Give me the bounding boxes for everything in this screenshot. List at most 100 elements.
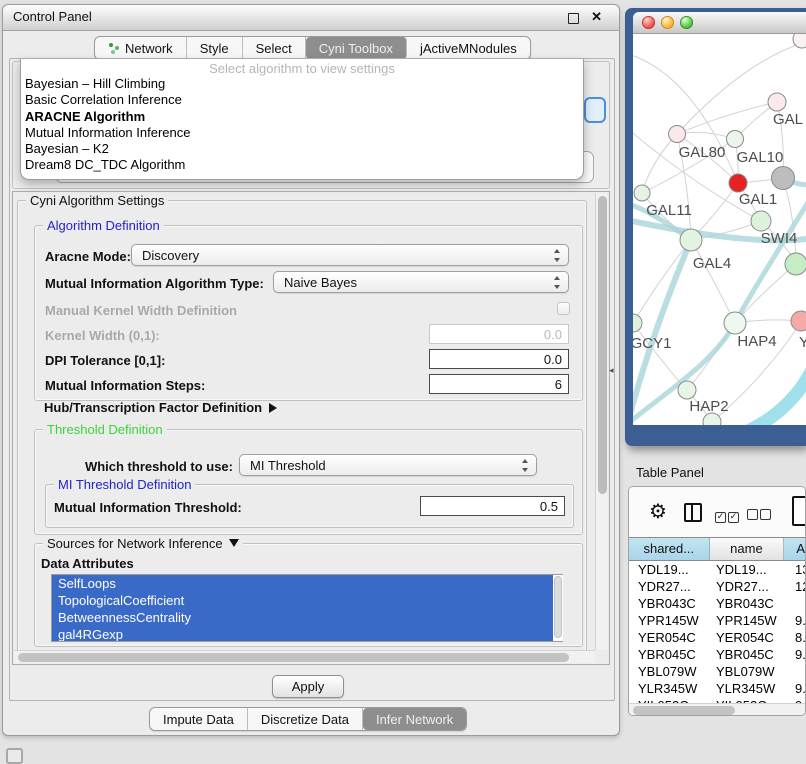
table-column-header[interactable]: name bbox=[710, 538, 785, 560]
network-edge[interactable] bbox=[691, 240, 735, 323]
network-node[interactable] bbox=[729, 174, 747, 192]
tab-label: Infer Network bbox=[376, 712, 453, 727]
network-canvas[interactable]: GALGAL80GAL10GAL11GAL1SWI4GAL4GCY1HAP4YH… bbox=[633, 34, 806, 425]
tab[interactable]: Infer Network bbox=[363, 708, 466, 730]
deselect-all-icon[interactable] bbox=[747, 507, 773, 525]
column-browser-icon[interactable] bbox=[684, 503, 702, 522]
mi-algorithm-type-select[interactable]: Naive Bayes bbox=[273, 271, 569, 293]
table-column-header[interactable]: shared... bbox=[629, 538, 710, 560]
dpi-tolerance-field[interactable]: 0.0 bbox=[429, 349, 569, 369]
data-attribute-item[interactable]: SelfLoops bbox=[52, 575, 562, 592]
network-node-label: SWI4 bbox=[761, 230, 798, 247]
network-node[interactable] bbox=[669, 126, 686, 143]
algorithm-dropdown-item[interactable]: Basic Correlation Inference bbox=[21, 92, 583, 108]
table-row[interactable]: YER054C YER054C 8. bbox=[629, 629, 805, 646]
tab[interactable]: Discretize Data bbox=[248, 708, 363, 730]
network-node[interactable] bbox=[727, 131, 744, 148]
cyni-bottom-tabbar: Impute Data Discretize Data Infer Networ… bbox=[149, 707, 467, 731]
control-panel-title: Control Panel bbox=[13, 9, 92, 24]
manual-kernel-width-checkbox[interactable] bbox=[557, 302, 570, 315]
network-edge[interactable] bbox=[741, 368, 806, 425]
tab[interactable]: Cyni Toolbox bbox=[306, 37, 407, 59]
panel-divider-handle[interactable] bbox=[609, 365, 614, 376]
select-all-icon[interactable] bbox=[715, 507, 741, 525]
tab-label: jActiveMNodules bbox=[420, 41, 517, 56]
tab[interactable]: Impute Data bbox=[150, 708, 248, 730]
network-node[interactable] bbox=[751, 211, 771, 231]
table-rows: YDL19... YDL19... 13 YDR27... YDR27... 1… bbox=[629, 561, 805, 703]
network-edge[interactable] bbox=[633, 54, 738, 183]
attributes-scrollbar-thumb[interactable] bbox=[554, 576, 562, 638]
mi-algorithm-type-label: Mutual Information Algorithm Type: bbox=[45, 276, 264, 291]
algorithm-dropdown-prompt: Select algorithm to view settings bbox=[21, 59, 583, 76]
close-window-icon[interactable] bbox=[642, 16, 655, 29]
cell-shared-name: YBL079W bbox=[629, 663, 713, 680]
data-attribute-item[interactable]: TopologicalCoefficient bbox=[52, 592, 562, 609]
algorithm-dropdown-item[interactable]: Dream8 DC_TDC Algorithm bbox=[21, 157, 583, 173]
network-node[interactable] bbox=[678, 381, 696, 399]
settings-vertical-scrollbar-thumb[interactable] bbox=[598, 196, 607, 494]
mi-threshold-field[interactable]: 0.5 bbox=[420, 496, 565, 516]
network-node[interactable] bbox=[791, 311, 806, 331]
which-threshold-select[interactable]: MI Threshold bbox=[239, 454, 537, 476]
network-node-label: Y bbox=[799, 334, 806, 351]
network-node[interactable] bbox=[785, 253, 806, 275]
float-icon[interactable] bbox=[568, 13, 579, 24]
tab[interactable]: Select bbox=[243, 37, 306, 59]
network-edge[interactable] bbox=[783, 178, 796, 262]
algorithm-dropdown-item[interactable]: Bayesian – K2 bbox=[21, 141, 583, 157]
threshold-definition-group: Threshold Definition Which threshold to … bbox=[34, 429, 583, 535]
algorithm-dropdown-item[interactable]: ARACNE Algorithm bbox=[21, 109, 583, 125]
control-panel-titlebar[interactable]: Control Panel bbox=[3, 5, 619, 31]
hub-definition-toggle[interactable]: Hub/Transcription Factor Definition bbox=[44, 399, 277, 417]
gear-icon[interactable] bbox=[649, 499, 667, 524]
data-attributes-label: Data Attributes bbox=[41, 556, 134, 571]
table-row[interactable]: YBR045C YBR045C 9. bbox=[629, 646, 805, 663]
network-node[interactable] bbox=[680, 229, 702, 251]
network-node[interactable] bbox=[634, 185, 650, 201]
settings-vertical-scrollbar[interactable] bbox=[595, 193, 608, 650]
network-node[interactable] bbox=[724, 312, 746, 334]
table-row[interactable]: YDR27... YDR27... 12 bbox=[629, 578, 805, 595]
zoom-window-icon[interactable] bbox=[680, 16, 693, 29]
aracne-mode-select[interactable]: Discovery bbox=[131, 244, 569, 266]
mi-steps-field[interactable]: 6 bbox=[429, 374, 569, 394]
network-view[interactable]: GALGAL80GAL10GAL11GAL1SWI4GAL4GCY1HAP4YH… bbox=[633, 34, 806, 425]
data-attribute-item[interactable]: gal4RGexp bbox=[52, 626, 562, 642]
table-row[interactable]: YDL19... YDL19... 13 bbox=[629, 561, 805, 578]
tab[interactable]: jActiveMNodules bbox=[407, 37, 530, 59]
table-header: shared... name A bbox=[629, 537, 805, 561]
settings-horizontal-scrollbar-thumb[interactable] bbox=[18, 653, 569, 662]
table-horizontal-scrollbar[interactable] bbox=[629, 703, 805, 716]
network-node-label: GAL80 bbox=[679, 144, 726, 161]
table-row[interactable]: YBR043C YBR043C bbox=[629, 595, 805, 612]
settings-horizontal-scrollbar[interactable] bbox=[14, 650, 595, 663]
table-row[interactable]: YPR145W YPR145W 9. bbox=[629, 612, 805, 629]
network-node[interactable] bbox=[633, 314, 642, 332]
data-attribute-item[interactable]: BetweennessCentrality bbox=[52, 609, 562, 626]
network-node[interactable] bbox=[772, 167, 795, 190]
attributes-scrollbar[interactable] bbox=[553, 575, 563, 641]
kernel-width-field[interactable]: 0.0 bbox=[429, 324, 569, 344]
tab[interactable]: Style bbox=[187, 37, 243, 59]
cell-name: YPR145W bbox=[713, 612, 791, 629]
focused-combo-fragment[interactable] bbox=[584, 97, 606, 123]
mi-threshold-group: MI Threshold Definition Mutual Informati… bbox=[45, 484, 574, 528]
minimize-window-icon[interactable] bbox=[661, 16, 674, 29]
apply-button[interactable]: Apply bbox=[272, 675, 344, 698]
tab[interactable]: Network bbox=[95, 37, 187, 59]
table-column-header[interactable]: A bbox=[784, 538, 805, 560]
table-horizontal-scrollbar-thumb[interactable] bbox=[633, 706, 735, 715]
table-row[interactable]: YLR345W YLR345W 9. bbox=[629, 680, 805, 697]
which-threshold-label: Which threshold to use: bbox=[45, 459, 233, 474]
combo-stepper-icon bbox=[553, 275, 562, 290]
table-row[interactable]: YBL079W YBL079W bbox=[629, 663, 805, 680]
network-node[interactable] bbox=[768, 93, 786, 111]
algorithm-dropdown-item[interactable]: Bayesian – Hill Climbing bbox=[21, 76, 583, 92]
network-window-titlebar[interactable] bbox=[633, 12, 806, 34]
close-icon[interactable] bbox=[591, 9, 602, 25]
sources-group-title[interactable]: Sources for Network Inference bbox=[43, 536, 243, 551]
cell-shared-name: YDL19... bbox=[629, 561, 713, 578]
file-icon[interactable] bbox=[792, 496, 806, 526]
algorithm-dropdown-item[interactable]: Mutual Information Inference bbox=[21, 125, 583, 141]
